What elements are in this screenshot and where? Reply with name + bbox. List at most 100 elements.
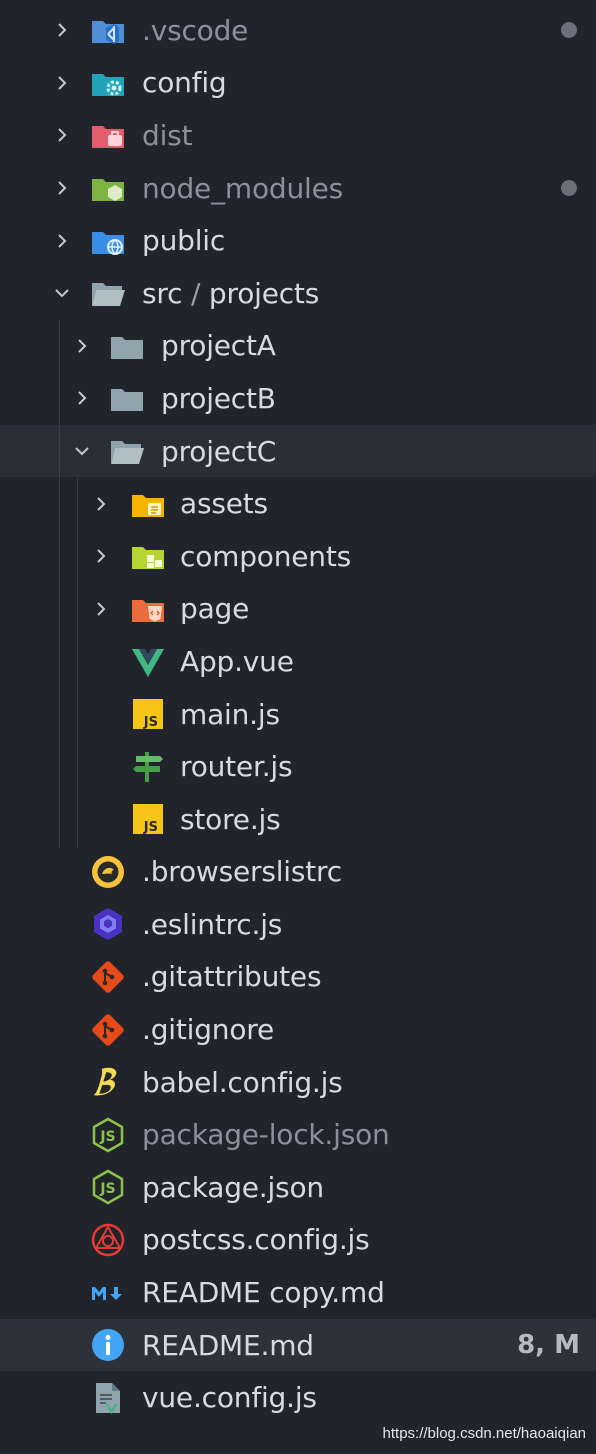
chevron-right-icon[interactable] — [90, 545, 112, 567]
folder-open-icon — [90, 275, 126, 311]
status-dot — [561, 22, 577, 39]
tree-item-main-js[interactable]: JS main.js — [0, 688, 596, 741]
tree-item-projectB[interactable]: projectB — [0, 372, 596, 425]
tree-item-label: projectB — [161, 381, 276, 415]
tree-item-label: package.json — [142, 1170, 324, 1204]
info-icon — [90, 1327, 126, 1363]
tree-item-label: router.js — [180, 750, 293, 784]
tree-item-gitattributes[interactable]: .gitattributes — [0, 951, 596, 1004]
babel-icon — [90, 1064, 126, 1100]
tree-item-label: App.vue — [180, 644, 294, 678]
chevron-right-icon[interactable] — [51, 230, 73, 252]
tree-item-dist[interactable]: dist — [0, 109, 596, 162]
tree-item-label: .gitignore — [142, 1013, 274, 1047]
chevron-right-icon[interactable] — [90, 598, 112, 620]
tree-item-package-lock[interactable]: JS package-lock.json — [0, 1108, 596, 1161]
indent-guide — [77, 478, 78, 848]
tree-item-src-projects[interactable]: src / projects — [0, 267, 596, 320]
status-dot — [561, 180, 577, 197]
eslint-icon — [90, 906, 126, 942]
markdown-icon — [90, 1275, 126, 1311]
tree-item-label: node_modules — [142, 171, 343, 205]
chevron-down-icon[interactable] — [71, 440, 93, 462]
components-folder-icon — [130, 538, 166, 574]
folder-icon — [109, 380, 145, 416]
problems-modified-badge: 8, M — [517, 1330, 580, 1361]
chevron-right-icon[interactable] — [51, 177, 73, 199]
tree-item-label: config — [142, 66, 227, 100]
tree-item-readme[interactable]: README.md 8, M — [0, 1318, 596, 1372]
chevron-right-icon[interactable] — [71, 387, 93, 409]
svg-text:JS: JS — [99, 1181, 115, 1197]
tree-item-node-modules[interactable]: node_modules — [0, 162, 596, 215]
indent-guide — [59, 320, 60, 848]
tree-item-label: vue.config.js — [142, 1381, 317, 1415]
tree-item-projectA[interactable]: projectA — [0, 320, 596, 373]
tree-item-app-vue[interactable]: App.vue — [0, 635, 596, 688]
folder-open-icon — [109, 433, 145, 469]
tree-item-label: public — [142, 224, 226, 258]
tree-item-projectC[interactable]: projectC — [0, 424, 596, 478]
tree-item-router-js[interactable]: router.js — [0, 740, 596, 793]
chevron-down-icon[interactable] — [51, 282, 73, 304]
tree-item-label: projectA — [161, 329, 276, 363]
tree-item-browserslistrc[interactable]: .browserslistrc — [0, 846, 596, 899]
chevron-right-icon[interactable] — [51, 19, 73, 41]
git-icon — [90, 1012, 126, 1048]
dist-folder-icon — [90, 117, 126, 153]
svg-text:JS: JS — [143, 820, 158, 835]
tree-item-label: package-lock.json — [142, 1118, 390, 1152]
tree-item-label: babel.config.js — [142, 1065, 343, 1099]
tree-item-vue-config[interactable]: vue.config.js — [0, 1371, 596, 1424]
javascript-icon: JS — [130, 696, 166, 732]
tree-item-store-js[interactable]: JS store.js — [0, 793, 596, 846]
tree-item-vscode[interactable]: .vscode — [0, 4, 596, 57]
watermark-url: https://blog.csdn.net/haoaiqian — [382, 1425, 586, 1442]
tree-item-label: .vscode — [142, 13, 249, 47]
javascript-icon: JS — [130, 801, 166, 837]
tree-item-gitignore[interactable]: .gitignore — [0, 1003, 596, 1056]
config-folder-icon — [90, 65, 126, 101]
tree-item-label: postcss.config.js — [142, 1223, 370, 1257]
tree-item-label: src / projects — [142, 276, 320, 310]
node-modules-folder-icon — [90, 170, 126, 206]
tree-item-page[interactable]: page — [0, 583, 596, 636]
tree-item-label: store.js — [180, 802, 281, 836]
config-file-icon — [90, 1380, 126, 1416]
chevron-right-icon[interactable] — [51, 72, 73, 94]
tree-item-label: README copy.md — [142, 1276, 385, 1310]
html-folder-icon — [130, 591, 166, 627]
tree-item-label: .eslintrc.js — [142, 907, 283, 941]
tree-item-label: page — [180, 592, 250, 626]
tree-item-label: assets — [180, 487, 268, 521]
tree-item-assets[interactable]: assets — [0, 477, 596, 530]
tree-item-eslintrc[interactable]: .eslintrc.js — [0, 898, 596, 951]
svg-text:JS: JS — [99, 1129, 115, 1145]
tree-item-readme-copy[interactable]: README copy.md — [0, 1266, 596, 1319]
router-signpost-icon — [130, 749, 166, 785]
file-explorer-tree: .vscode config dist node_modules public … — [0, 4, 596, 1424]
folder-icon — [109, 328, 145, 364]
tree-item-label: components — [180, 539, 351, 573]
chevron-right-icon[interactable] — [90, 493, 112, 515]
tree-item-postcss-config[interactable]: postcss.config.js — [0, 1214, 596, 1267]
tree-item-label: .gitattributes — [142, 960, 322, 994]
tree-item-public[interactable]: public — [0, 214, 596, 267]
tree-item-label: projectC — [161, 434, 277, 468]
tree-item-config[interactable]: config — [0, 57, 596, 110]
git-icon — [90, 959, 126, 995]
tree-item-babel-config[interactable]: babel.config.js — [0, 1056, 596, 1109]
vscode-folder-icon — [90, 12, 126, 48]
tree-item-label: main.js — [180, 697, 280, 731]
tree-item-package-json[interactable]: JS package.json — [0, 1161, 596, 1214]
browserslist-icon — [90, 854, 126, 890]
chevron-right-icon[interactable] — [71, 335, 93, 357]
tree-item-label: README.md — [142, 1328, 314, 1362]
svg-text:JS: JS — [143, 715, 158, 730]
tree-item-label: .browserslistrc — [142, 855, 342, 889]
public-folder-icon — [90, 223, 126, 259]
tree-item-label: dist — [142, 118, 193, 152]
tree-item-components[interactable]: components — [0, 530, 596, 583]
chevron-right-icon[interactable] — [51, 124, 73, 146]
nodejs-icon: JS — [90, 1117, 126, 1153]
